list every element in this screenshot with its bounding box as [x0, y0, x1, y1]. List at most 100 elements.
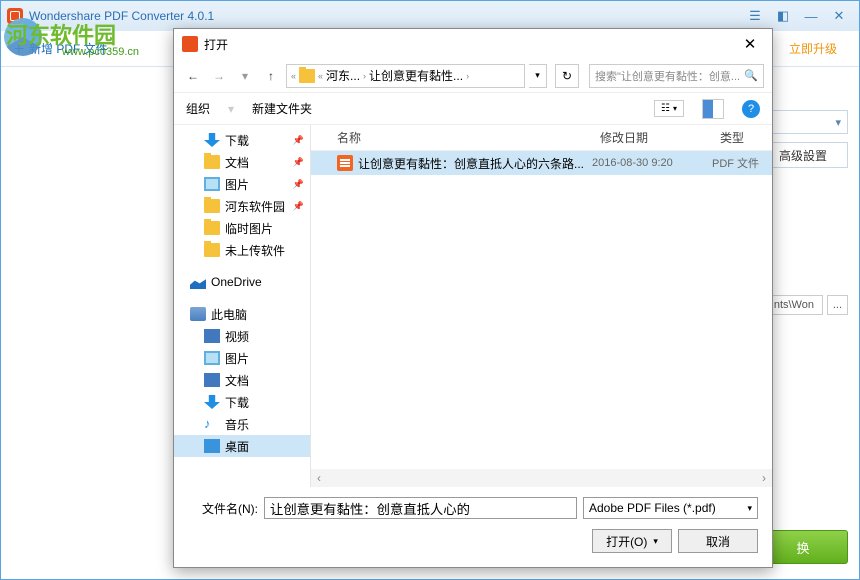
- horizontal-scrollbar[interactable]: ‹ ›: [311, 469, 772, 487]
- tree-item[interactable]: OneDrive: [174, 271, 310, 293]
- pin-icon: 📌: [293, 201, 304, 212]
- tree-item-label: 下载: [225, 394, 249, 411]
- output-path: nts\Won ...: [767, 295, 848, 315]
- column-name[interactable]: 名称: [329, 129, 592, 146]
- filename-label: 文件名(N):: [188, 500, 258, 517]
- pic-icon: [204, 351, 220, 365]
- tree-item[interactable]: 图片📌: [174, 173, 310, 195]
- watermark-url: www.pc0359.cn: [62, 46, 139, 58]
- tree-item-label: 桌面: [225, 438, 249, 455]
- music-icon: ♪: [204, 417, 220, 431]
- output-path-text: nts\Won: [767, 295, 823, 315]
- open-button[interactable]: 打开(O) ▾: [592, 529, 672, 553]
- dialog-nav: ← → ▾ ↑ « « 河东... › 让创意更有黏性... › ▾ ↻ 搜索"…: [174, 59, 772, 93]
- column-date[interactable]: 修改日期: [592, 129, 712, 146]
- file-name: 让创意更有黏性：创意直抵人心的六条路...: [358, 155, 584, 172]
- file-list-header: 名称 修改日期 类型: [311, 125, 772, 151]
- open-button-label: 打开(O): [606, 533, 647, 550]
- nav-history-button[interactable]: ▾: [234, 65, 256, 87]
- nav-back-button[interactable]: ←: [182, 65, 204, 87]
- dialog-title: 打开: [204, 36, 228, 53]
- filetype-label: Adobe PDF Files (*.pdf): [589, 501, 716, 515]
- file-date: 2016-08-30 9:20: [592, 157, 712, 169]
- breadcrumb-part[interactable]: 河东...: [326, 67, 360, 84]
- od-icon: [190, 275, 206, 289]
- titlebar: Wondershare PDF Converter 4.0.1 ☰ ◧ — ✕: [1, 1, 859, 31]
- view-mode-button[interactable]: ☷▾: [654, 100, 684, 117]
- vid-icon: [204, 329, 220, 343]
- tree-item[interactable]: 桌面: [174, 435, 310, 457]
- tree-item[interactable]: 下载: [174, 391, 310, 413]
- close-button[interactable]: ✕: [825, 5, 853, 27]
- tree-item[interactable]: 下载 📌: [174, 129, 310, 151]
- tree-item-label: 下载: [225, 132, 249, 149]
- new-folder-button[interactable]: 新建文件夹: [252, 100, 312, 117]
- tree-item-label: 文档: [225, 154, 249, 171]
- breadcrumb-dropdown[interactable]: ▾: [529, 64, 547, 88]
- file-type: PDF 文件: [712, 155, 772, 171]
- folder-icon: [204, 243, 220, 257]
- refresh-button[interactable]: ↻: [555, 64, 579, 88]
- scroll-right-icon: ›: [756, 471, 772, 485]
- pin-icon: 📌: [293, 157, 304, 168]
- file-row[interactable]: 让创意更有黏性：创意直抵人心的六条路... 2016-08-30 9:20PDF …: [311, 151, 772, 175]
- browse-output-button[interactable]: ...: [827, 295, 848, 315]
- list-icon: ☷: [661, 103, 670, 114]
- search-input[interactable]: 搜索"让创意更有黏性：创意... 🔍: [589, 64, 764, 88]
- minimize-button[interactable]: —: [797, 5, 825, 27]
- folder-icon: [204, 221, 220, 235]
- tree-item-label: 图片: [225, 350, 249, 367]
- nav-up-button[interactable]: ↑: [260, 65, 282, 87]
- tree-item[interactable]: 文档: [174, 369, 310, 391]
- tree-item[interactable]: 文档 📌: [174, 151, 310, 173]
- dialog-close-button[interactable]: ✕: [736, 35, 764, 53]
- help-button[interactable]: ?: [742, 100, 760, 118]
- search-icon: 🔍: [744, 69, 758, 82]
- dialog-body: 下载📌文档📌图片📌河东软件园📌临时图片未上传软件OneDrive此电脑视频图片文…: [174, 125, 772, 487]
- folder-icon: [299, 69, 315, 83]
- chevron-down-icon: ▾: [747, 503, 752, 514]
- tree-item[interactable]: ♪音乐: [174, 413, 310, 435]
- column-type[interactable]: 类型: [712, 129, 772, 146]
- tree-item[interactable]: 图片: [174, 347, 310, 369]
- scroll-left-icon: ‹: [311, 471, 327, 485]
- tree-item[interactable]: 此电脑: [174, 303, 310, 325]
- tree-item-label: OneDrive: [211, 275, 262, 289]
- dl-icon: [204, 133, 220, 147]
- tree-item[interactable]: 临时图片: [174, 217, 310, 239]
- tree-item[interactable]: 视频: [174, 325, 310, 347]
- settings-button[interactable]: ☰: [741, 5, 769, 27]
- breadcrumb-part[interactable]: 让创意更有黏性...: [369, 67, 463, 84]
- organize-menu[interactable]: 组织: [186, 100, 210, 117]
- pic-icon: [204, 177, 220, 191]
- upgrade-button[interactable]: 立即升级: [779, 36, 847, 61]
- file-rows: 让创意更有黏性：创意直抵人心的六条路... 2016-08-30 9:20PDF …: [311, 151, 772, 175]
- dialog-bottom: 文件名(N): Adobe PDF Files (*.pdf) ▾ 打开(O) …: [174, 487, 772, 567]
- preview-toggle[interactable]: [702, 99, 724, 119]
- chevron-right-icon: ›: [363, 71, 366, 81]
- dialog-icon: [182, 36, 198, 52]
- doc-icon: [204, 373, 220, 387]
- tree-item[interactable]: 河东软件园📌: [174, 195, 310, 217]
- filetype-select[interactable]: Adobe PDF Files (*.pdf) ▾: [583, 497, 758, 519]
- tree-item[interactable]: 未上传软件: [174, 239, 310, 261]
- chevron-icon: «: [291, 71, 296, 81]
- open-dialog: 打开 ✕ ← → ▾ ↑ « « 河东... › 让创意更有黏性... › ▾ …: [173, 28, 773, 568]
- tree-item-label: 此电脑: [211, 306, 247, 323]
- filename-input[interactable]: [264, 497, 577, 519]
- desk-icon: [204, 439, 220, 453]
- window-controls: ☰ ◧ — ✕: [741, 5, 853, 27]
- breadcrumb[interactable]: « « 河东... › 让创意更有黏性... ›: [286, 64, 525, 88]
- pin-icon: 📌: [293, 135, 304, 146]
- drive-icon: [190, 307, 206, 321]
- pin-icon: 📌: [293, 179, 304, 190]
- folder-tree: 下载📌文档📌图片📌河东软件园📌临时图片未上传软件OneDrive此电脑视频图片文…: [174, 125, 311, 487]
- file-list: 名称 修改日期 类型 让创意更有黏性：创意直抵人心的六条路... 2016-08-…: [311, 125, 772, 487]
- feedback-button[interactable]: ◧: [769, 5, 797, 27]
- cancel-button[interactable]: 取消: [678, 529, 758, 553]
- tree-item-label: 临时图片: [225, 220, 273, 237]
- nav-forward-button[interactable]: →: [208, 65, 230, 87]
- dialog-titlebar: 打开 ✕: [174, 29, 772, 59]
- folder-icon: [204, 199, 220, 213]
- chevron-icon: «: [318, 71, 323, 81]
